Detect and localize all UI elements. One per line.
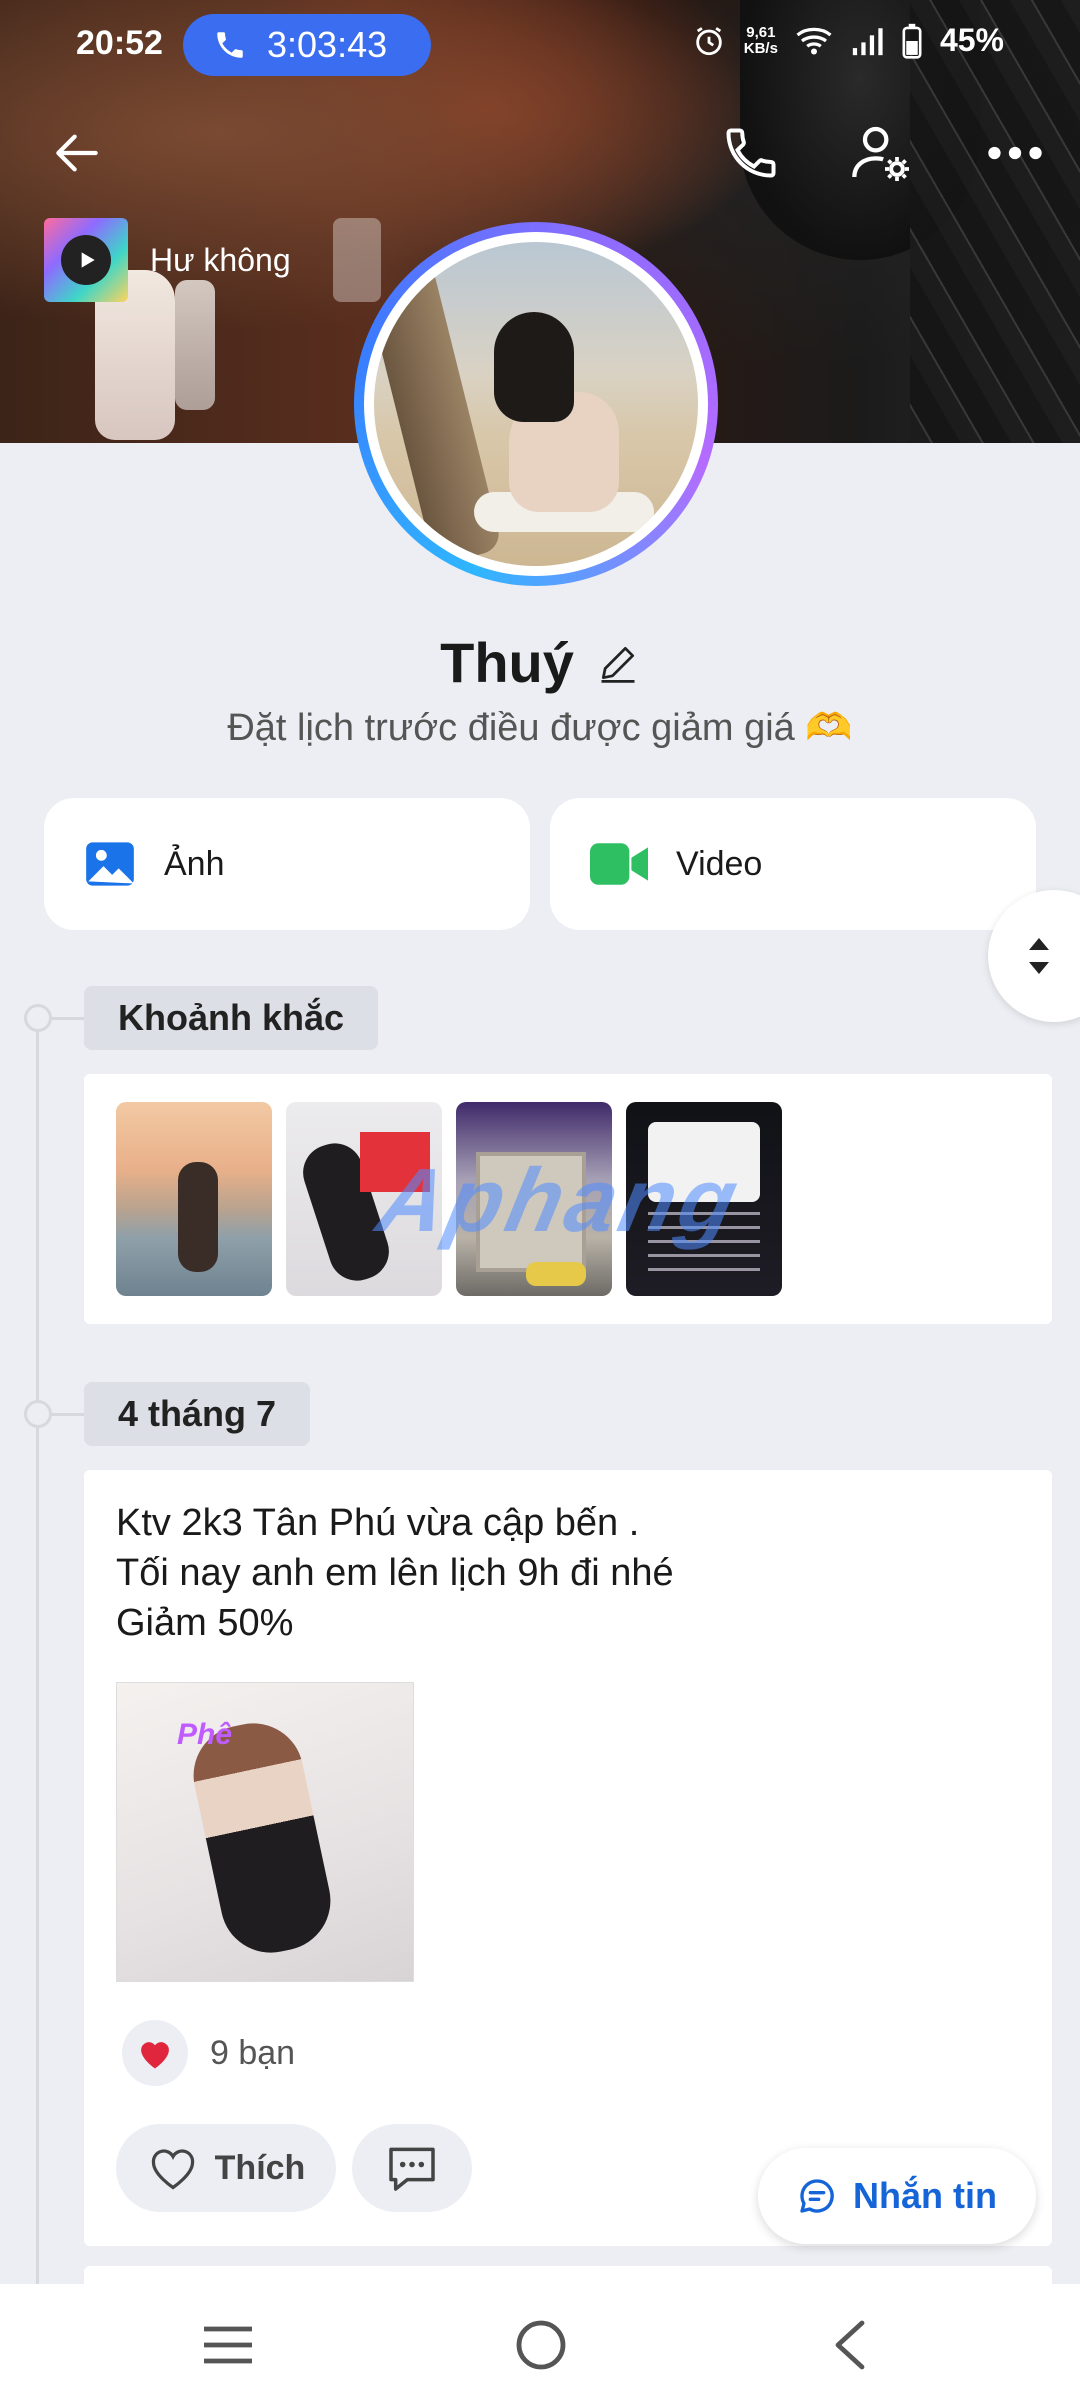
moments-label: Khoảnh khắc	[84, 986, 379, 1050]
net-speed-unit: KB/s	[743, 39, 778, 57]
net-speed-value: 9,61	[746, 23, 776, 41]
comment-icon	[389, 2147, 435, 2191]
like-button[interactable]: Thích	[116, 2124, 336, 2212]
comment-button[interactable]	[352, 2124, 472, 2212]
post-image-tag: Phê	[177, 1718, 233, 1751]
timeline-stub	[52, 1017, 84, 1020]
timeline-dot	[24, 1004, 52, 1032]
alarm-icon	[696, 26, 722, 55]
timeline-line	[36, 1008, 39, 2308]
back-arrow-icon[interactable]	[42, 118, 112, 188]
chat-bubble-icon	[800, 2179, 834, 2213]
signal-icon	[852, 27, 883, 55]
post-line: Tối nay anh em lên lịch 9h đi nhé	[116, 1552, 674, 1594]
profile-bio: Đặt lịch trước điều được giảm giá 🫶	[227, 707, 853, 749]
photos-button[interactable]: Ảnh	[44, 798, 530, 930]
music-thumbnail	[44, 218, 128, 302]
post-line: Giảm 50%	[116, 1602, 294, 1644]
profile-name: Thuý	[440, 631, 574, 694]
back-nav-icon[interactable]	[815, 2310, 885, 2380]
message-label: Nhắn tin	[853, 2175, 997, 2216]
battery-percent: 45%	[939, 22, 1004, 58]
heart-reaction-icon[interactable]	[122, 2020, 188, 2086]
profile-name-row: Thuý	[0, 630, 1080, 695]
moment-thumbnail[interactable]	[116, 1102, 272, 1296]
recent-apps-icon[interactable]	[193, 2310, 263, 2380]
arrow-up-icon	[1029, 938, 1049, 950]
post-line: Ktv 2k3 Tân Phú vừa cập bến .	[116, 1502, 640, 1544]
ongoing-call-pill[interactable]: 3:03:43	[183, 14, 431, 76]
photo-icon	[86, 842, 134, 886]
home-icon[interactable]	[506, 2310, 576, 2380]
heart-outline-icon	[151, 2149, 194, 2190]
music-title: Hư không	[150, 241, 291, 278]
arrow-down-icon	[1029, 962, 1049, 974]
videos-button[interactable]: Video	[550, 798, 1036, 930]
avatar-photo	[374, 242, 698, 566]
video-camera-icon	[590, 843, 648, 885]
net-speed: 9,61 KB/s	[743, 23, 778, 57]
user-settings-icon[interactable]	[846, 118, 916, 188]
battery-icon	[902, 23, 922, 59]
phone-icon[interactable]	[716, 118, 786, 188]
like-label: Thích	[214, 2148, 306, 2187]
post-image[interactable]: Phê	[116, 1682, 414, 1982]
timeline-stub	[52, 1413, 84, 1416]
status-bar: 20:52 3:03:43 9,61 KB/s 45%	[0, 0, 1080, 88]
profile-music[interactable]: Hư không	[44, 218, 381, 302]
phone-icon	[217, 32, 243, 58]
edit-pencil-icon[interactable]	[596, 641, 640, 685]
post-date-label: 4 tháng 7	[84, 1382, 311, 1446]
wifi-icon	[796, 27, 832, 54]
avatar[interactable]	[354, 222, 718, 586]
system-nav-bar	[0, 2284, 1080, 2400]
status-icons: 9,61 KB/s 45%	[692, 22, 1004, 59]
more-dots-icon[interactable]	[980, 118, 1050, 188]
post-text: Ktv 2k3 Tân Phú vừa cập bến . Tối nay an…	[116, 1498, 674, 1648]
photos-label: Ảnh	[164, 844, 225, 883]
reaction-count[interactable]: 9 bạn	[210, 2034, 295, 2073]
message-button[interactable]: Nhắn tin	[758, 2148, 1036, 2244]
play-icon	[61, 235, 111, 285]
status-time: 20:52	[76, 24, 163, 62]
watermark-text: Aphang	[369, 1151, 750, 1251]
videos-label: Video	[676, 844, 763, 883]
timeline-dot	[24, 1400, 52, 1428]
call-timer: 3:03:43	[267, 24, 388, 65]
